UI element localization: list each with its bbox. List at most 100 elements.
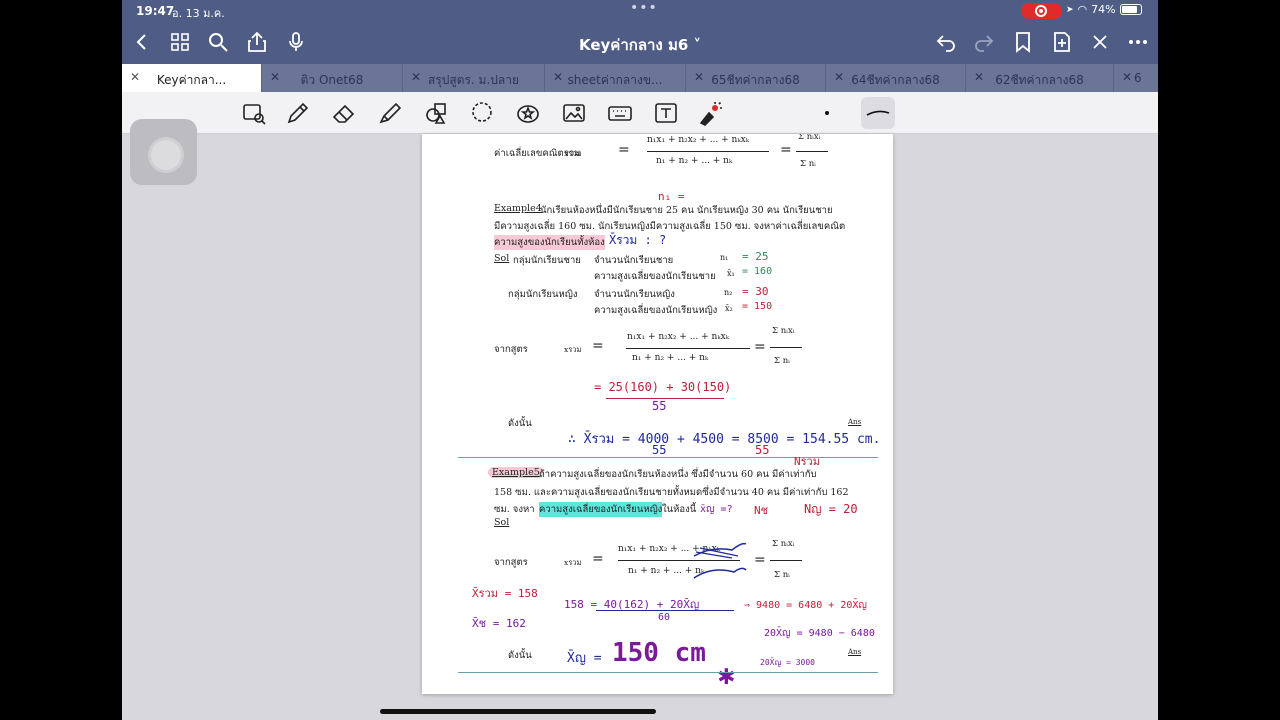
dot-size-icon[interactable] (813, 99, 841, 127)
formula-denominator: n₁ + n₂ + ... + nₖ (656, 156, 733, 166)
stroke-style-icon[interactable] (861, 97, 895, 129)
handwritten-result-den: 55 (755, 443, 770, 457)
handwritten-question: X̄รวม : ? (609, 233, 667, 247)
battery-icon (1119, 4, 1142, 15)
ans-label: Ans (848, 418, 862, 426)
handwritten-step1-denominator: 55 (652, 399, 667, 413)
drawing-toolbar (122, 92, 1158, 134)
sum-numerator: Σ nᵢxᵢ (772, 326, 795, 336)
handwritten-equation3: 20X̄ญ = 9480 − 6480 (764, 628, 875, 639)
location-icon: ➤ (1066, 4, 1074, 15)
equals-sign: = (754, 339, 766, 355)
example5-line3c: ในห้องนี้ (662, 504, 697, 515)
tab-formula-summary[interactable]: ✕ สรุปสูตร. ม.ปลาย (403, 64, 545, 92)
shapes-icon[interactable] (422, 99, 450, 127)
redo-icon[interactable] (972, 30, 996, 54)
laser-pointer-icon[interactable] (695, 99, 723, 127)
group2-count-value: = 30 (742, 285, 769, 298)
status-indicators: ➤ ◠ 74% (1066, 3, 1142, 16)
status-time: 19:47 (136, 4, 175, 18)
sol2-label: Sol (494, 517, 510, 528)
tab-64[interactable]: ✕ 64ชีทค่ากลาง68 (826, 64, 966, 92)
handwritten-equation4: 20X̄ญ = 3000 (760, 658, 815, 667)
tab-close-icon[interactable]: ✕ (1122, 70, 1132, 84)
handwritten-n1: n₁ = (658, 190, 685, 203)
handwritten-strikeout (693, 542, 747, 579)
group1-count-symbol: n₁ (720, 253, 729, 262)
screen-recording-icon[interactable] (1021, 3, 1062, 19)
tab-onet68[interactable]: ✕ ติว Onet68 (262, 64, 403, 92)
add-page-icon[interactable] (1050, 30, 1074, 54)
multitasking-dots-icon[interactable]: ••• (630, 0, 658, 16)
app-screen: 19:47 อ. 13 ม.ค. ••• ➤ ◠ 74% Keyค่ากลาง … (122, 0, 1158, 720)
battery-percent: 74% (1091, 3, 1116, 16)
equals-sign: = (618, 142, 630, 158)
handwritten-star: ✱ (718, 658, 735, 691)
handwritten-x-question: x̄ญ =? (700, 504, 733, 515)
handwritten-ng: Nญ = 20 (804, 502, 858, 516)
eraser-icon[interactable] (330, 99, 358, 127)
lasso-icon[interactable] (468, 99, 496, 127)
tab-keyค่ากลาง[interactable]: ✕ Keyค่ากลา... (122, 64, 262, 92)
home-indicator[interactable] (380, 709, 656, 714)
equals-sign: = (592, 551, 604, 567)
document-page: ค่าเฉลี่ยเลขคณิตรวม xรวม = n₁x₁ + n₂x₂ +… (422, 134, 893, 694)
tab-overflow[interactable]: ✕ 6 (1114, 64, 1158, 92)
bookmark-icon[interactable] (1011, 30, 1035, 54)
pen-icon[interactable] (284, 99, 312, 127)
tab-sheet[interactable]: ✕ sheetค่ากลางข... (545, 64, 686, 92)
handwritten-equation1-den: 60 (658, 612, 671, 623)
fraction-line (626, 348, 750, 349)
highlighter-icon[interactable] (376, 99, 404, 127)
document-title[interactable]: Keyค่ากลาง ม6 ˅ (122, 33, 1158, 57)
close-icon[interactable] (1088, 30, 1112, 54)
sol-label: Sol (494, 253, 510, 264)
wifi-icon: ◠ (1077, 3, 1088, 16)
equals-sign: = (754, 552, 766, 568)
more-icon[interactable] (1126, 30, 1150, 54)
example5-line3a: ซม. จงหา (494, 504, 535, 515)
group2-mean-label: ความสูงเฉลี่ยของนักเรียนหญิง (594, 305, 718, 316)
formula-denominator: n₁ + n₂ + ... + nₖ (632, 353, 709, 363)
example4-line2: มีความสูงเฉลี่ย 160 ซม. นักเรียนหญิงมีคว… (494, 221, 846, 232)
ans-label: Ans (848, 648, 862, 656)
sum-numerator: Σ nᵢxᵢ (798, 134, 821, 142)
formula-numerator: n₁x₁ + n₂x₂ + ... + nₖxₖ (627, 332, 729, 342)
handwritten-given2: X̄ช = 162 (472, 617, 526, 630)
group1-mean-label: ความสูงเฉลี่ยของนักเรียนชาย (594, 271, 716, 282)
formula-numerator: n₁x₁ + n₂x₂ + ... + nₖxₖ (647, 135, 749, 145)
xbar-combined-symbol: xรวม (564, 149, 582, 158)
tab-62[interactable]: ✕ 62ชีทค่ากลาง68 (966, 64, 1114, 92)
example5-line3b: ความสูงเฉลี่ยของนักเรียนหญิง (539, 502, 663, 517)
text-box-icon[interactable] (652, 99, 680, 127)
assistive-touch-button[interactable] (130, 119, 197, 185)
handwritten-equation2: ⇒ 9480 = 6480 + 20X̄ญ (744, 600, 867, 611)
example5-line1: ถ้าความสูงเฉลี่ยของนักเรียนห้องหนึ่ง ซึ่… (539, 469, 817, 480)
keyboard-icon[interactable] (606, 99, 634, 127)
therefore-label: ดังนั้น (508, 418, 532, 429)
from-formula-label: จากสูตร (494, 557, 528, 568)
sum-denominator: Σ nᵢ (774, 570, 790, 580)
group2-count-label: จำนวนนักเรียนหญิง (594, 289, 675, 300)
fraction-line (770, 347, 802, 348)
navigation-bar: 19:47 อ. 13 ม.ค. ••• ➤ ◠ 74% Keyค่ากลาง … (122, 0, 1158, 64)
sum-denominator: Σ nᵢ (800, 159, 816, 169)
tab-65[interactable]: ✕ 65ชีทค่ากลาง68 (686, 64, 826, 92)
group1-label: กลุ่มนักเรียนชาย (513, 255, 581, 266)
group2-mean-value: = 150 (742, 301, 773, 312)
example4-line1: นักเรียนห้องหนึ่งมีนักเรียนชาย 25 คน นัก… (540, 205, 833, 216)
undo-icon[interactable] (934, 30, 958, 54)
handwritten-nsum: Nรวม (794, 455, 820, 468)
handwritten-step1-numerator: = 25(160) + 30(150) (594, 380, 732, 394)
sum-denominator: Σ nᵢ (774, 356, 790, 366)
sum-numerator: Σ nᵢxᵢ (772, 539, 795, 549)
sticker-icon[interactable] (514, 99, 542, 127)
image-icon[interactable] (560, 99, 588, 127)
handwritten-final-symbol: X̄ญ = (567, 651, 602, 666)
handwritten-nb: Nช (754, 504, 769, 517)
group2-mean-symbol: x̄₂ (725, 304, 733, 313)
image-zoom-tool-icon[interactable] (240, 99, 268, 127)
group2-label: กลุ่มนักเรียนหญิง (508, 289, 578, 300)
equals-sign: = (780, 142, 792, 158)
group1-count-label: จำนวนนักเรียนชาย (594, 255, 674, 266)
